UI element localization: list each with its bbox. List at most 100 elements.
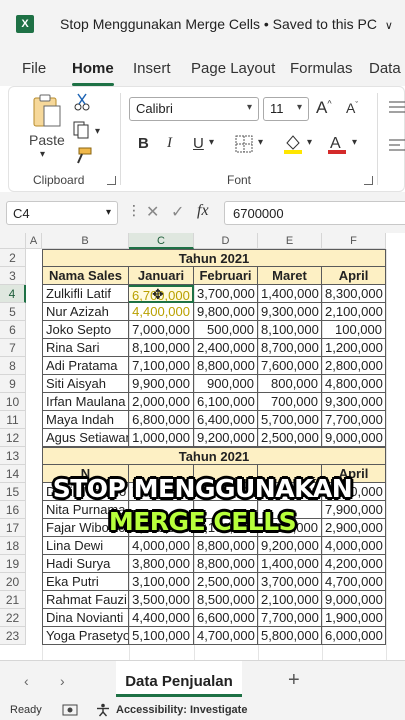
underline-button[interactable]: U	[193, 135, 204, 152]
row-header-6[interactable]: 6	[0, 321, 26, 339]
column-header-b[interactable]: B	[42, 233, 129, 249]
sales-value-cell[interactable]: 2,000,000	[129, 393, 194, 411]
add-sheet-button[interactable]: +	[288, 669, 300, 692]
table-header-cell[interactable]: April	[322, 267, 386, 285]
sales-value-cell[interactable]: 1,400,000	[258, 555, 322, 573]
sales-value-cell[interactable]: 8,300,000	[322, 285, 386, 303]
tab-insert[interactable]: Insert	[133, 60, 171, 77]
table-title[interactable]: Tahun 2021	[42, 249, 386, 267]
table-header-cell[interactable]: Februari	[194, 267, 258, 285]
cancel-icon[interactable]: ✕	[146, 202, 159, 222]
paste-chevron-icon[interactable]: ▾	[40, 149, 45, 160]
sales-value-cell[interactable]: 3,500,000	[129, 591, 194, 609]
table-title[interactable]: Tahun 2021	[42, 447, 386, 465]
sales-value-cell[interactable]: 2,100,000	[322, 303, 386, 321]
sales-value-cell[interactable]: 9,200,000	[258, 537, 322, 555]
column-header-c[interactable]: C	[129, 233, 194, 249]
font-color-chevron-icon[interactable]: ▾	[352, 137, 357, 148]
table-header-cell[interactable]: Maret	[258, 267, 322, 285]
sales-value-cell[interactable]: 4,000,000	[129, 537, 194, 555]
sales-value-cell[interactable]: 7,700,000	[322, 411, 386, 429]
sales-value-cell[interactable]: 1,200,000	[322, 339, 386, 357]
chevron-left-icon[interactable]: ‹	[24, 673, 29, 689]
sales-name-cell[interactable]: Agus Setiawan	[42, 429, 129, 447]
sales-name-cell[interactable]: Nur Azizah	[42, 303, 129, 321]
window-title[interactable]: Stop Menggunakan Merge Cells • Saved to …	[60, 16, 393, 32]
sales-name-cell[interactable]: Rahmat Fauzi	[42, 591, 129, 609]
row-header-11[interactable]: 11	[0, 411, 26, 429]
sales-value-cell[interactable]: 1,000,000	[129, 429, 194, 447]
sales-value-cell[interactable]: 4,400,000	[129, 303, 194, 321]
copy-icon[interactable]: ▾	[73, 121, 103, 139]
sales-name-cell[interactable]: Adi Pratama	[42, 357, 129, 375]
row-header-5[interactable]: 5	[0, 303, 26, 321]
tab-home[interactable]: Home	[72, 60, 114, 86]
bold-button[interactable]: B	[138, 135, 149, 152]
sales-value-cell[interactable]: 2,400,000	[194, 339, 258, 357]
sales-value-cell[interactable]: 9,900,000	[129, 375, 194, 393]
row-header-19[interactable]: 19	[0, 555, 26, 573]
accessibility-status[interactable]: Accessibility: Investigate	[116, 704, 247, 716]
macro-record-icon[interactable]	[62, 704, 78, 716]
sales-value-cell[interactable]: 2,500,000	[258, 429, 322, 447]
sheet-tab-data-penjualan[interactable]: Data Penjualan	[116, 661, 242, 697]
clipboard-launcher-icon[interactable]	[107, 176, 116, 185]
select-all-corner[interactable]	[0, 233, 26, 249]
row-header-7[interactable]: 7	[0, 339, 26, 357]
sales-name-cell[interactable]: Irfan Maulana	[42, 393, 129, 411]
sales-value-cell[interactable]: 100,000	[322, 321, 386, 339]
row-header-2[interactable]: 2	[0, 249, 26, 267]
sales-value-cell[interactable]: 7,600,000	[258, 357, 322, 375]
sales-value-cell[interactable]: 7,000,000	[129, 321, 194, 339]
sales-value-cell[interactable]: 8,700,000	[258, 339, 322, 357]
sales-value-cell[interactable]: 5,100,000	[129, 627, 194, 645]
font-launcher-icon[interactable]	[364, 176, 373, 185]
sales-value-cell[interactable]: 9,000,000	[322, 591, 386, 609]
table-header-cell[interactable]: Nama Sales	[42, 267, 129, 285]
sales-value-cell[interactable]: 8,100,000	[258, 321, 322, 339]
row-header-22[interactable]: 22	[0, 609, 26, 627]
sales-name-cell[interactable]: Rina Sari	[42, 339, 129, 357]
sales-value-cell[interactable]: 4,800,000	[322, 375, 386, 393]
sales-value-cell[interactable]: 9,800,000	[194, 303, 258, 321]
sales-value-cell[interactable]: 2,500,000	[194, 573, 258, 591]
sales-value-cell[interactable]: 4,700,000	[194, 627, 258, 645]
row-header-9[interactable]: 9	[0, 375, 26, 393]
sales-value-cell[interactable]: 900,000	[194, 375, 258, 393]
accessibility-icon[interactable]	[96, 703, 110, 717]
sales-value-cell[interactable]: 4,400,000	[129, 609, 194, 627]
sales-value-cell[interactable]: 3,700,000	[258, 573, 322, 591]
row-header-18[interactable]: 18	[0, 537, 26, 555]
sales-value-cell[interactable]: 6,600,000	[194, 609, 258, 627]
sales-name-cell[interactable]: Siti Aisyah	[42, 375, 129, 393]
fill-color-chevron-icon[interactable]: ▾	[307, 137, 312, 148]
row-header-12[interactable]: 12	[0, 429, 26, 447]
borders-icon[interactable]	[235, 135, 253, 153]
sales-value-cell[interactable]: 700,000	[258, 393, 322, 411]
row-header-10[interactable]: 10	[0, 393, 26, 411]
sales-value-cell[interactable]: 1,400,000	[258, 285, 322, 303]
sales-value-cell[interactable]: 500,000	[194, 321, 258, 339]
paste-button-label[interactable]: Paste	[29, 132, 65, 148]
sales-value-cell[interactable]: 4,700,000	[322, 573, 386, 591]
tab-file[interactable]: File	[22, 60, 46, 77]
sales-value-cell[interactable]: 9,300,000	[322, 393, 386, 411]
sales-value-cell[interactable]: 1,900,000	[322, 609, 386, 627]
borders-chevron-icon[interactable]: ▾	[258, 137, 263, 148]
column-header-d[interactable]: D	[194, 233, 258, 249]
column-header-f[interactable]: F	[322, 233, 386, 249]
row-header-21[interactable]: 21	[0, 591, 26, 609]
sales-value-cell[interactable]: 8,800,000	[194, 357, 258, 375]
sales-value-cell[interactable]: 4,200,000	[322, 555, 386, 573]
decrease-font-size-icon[interactable]: Aˇ	[346, 100, 358, 116]
worksheet-grid[interactable]: A B C D E F 2 3 4 5 6 7 8 9 10 11 12 13 14 15 16 17 18 19 20 21 22…	[0, 233, 405, 660]
sales-value-cell[interactable]: 9,300,000	[258, 303, 322, 321]
italic-button[interactable]: I	[167, 135, 172, 152]
sales-value-cell[interactable]: 3,800,000	[129, 555, 194, 573]
sales-value-cell[interactable]: 6,800,000	[129, 411, 194, 429]
sales-name-cell[interactable]: Yoga Prasetyo	[42, 627, 129, 645]
sales-value-cell[interactable]: 3,700,000	[194, 285, 258, 303]
sales-name-cell[interactable]: Lina Dewi	[42, 537, 129, 555]
sales-value-cell[interactable]: 2,800,000	[322, 357, 386, 375]
format-painter-icon[interactable]	[73, 147, 93, 165]
